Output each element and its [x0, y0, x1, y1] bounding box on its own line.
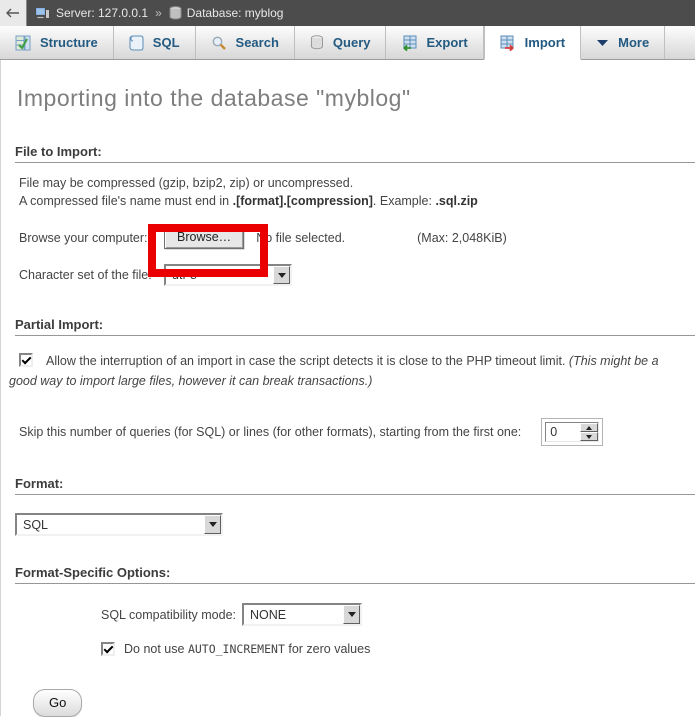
compression-info-line2: A compressed file's name must end in .[f…: [19, 194, 695, 210]
tab-export-label: Export: [426, 35, 467, 50]
no-file-selected-text: No file selected.: [256, 231, 345, 245]
section-heading-format-options: Format-Specific Options:: [15, 565, 695, 584]
search-icon: [211, 35, 227, 51]
skip-queries-row: Skip this number of queries (for SQL) or…: [19, 418, 695, 446]
charset-row: Character set of the file: utf-8: [19, 264, 695, 286]
stepper-down-button[interactable]: [580, 432, 598, 441]
line2-prefix: A compressed file's name must end in: [19, 194, 233, 208]
tab-structure[interactable]: Structure: [0, 26, 114, 59]
section-heading-file-to-import: File to Import:: [15, 144, 695, 163]
format-select-row: SQL: [15, 513, 695, 536]
skip-queries-value: 0: [546, 423, 580, 441]
sql-compatibility-arrow-icon[interactable]: [343, 605, 360, 624]
browse-button[interactable]: Browse…: [164, 226, 244, 249]
sql-compatibility-label: SQL compatibility mode:: [101, 608, 236, 622]
format-select-arrow-icon[interactable]: [204, 515, 221, 534]
query-database-icon: [310, 35, 324, 50]
page-title: Importing into the database "myblog": [1, 60, 695, 112]
charset-select-arrow-icon[interactable]: [273, 266, 290, 284]
back-arrow-icon: [6, 8, 20, 18]
breadcrumb-separator: »: [155, 6, 162, 20]
tab-search-label: Search: [236, 35, 279, 50]
import-page: Importing into the database "myblog" Fil…: [0, 60, 695, 716]
skip-queries-input[interactable]: 0: [545, 422, 599, 442]
browse-label: Browse your computer:: [19, 231, 164, 245]
export-icon: [401, 35, 417, 51]
sql-compatibility-value: NONE: [244, 605, 292, 624]
sql-icon: [129, 35, 144, 51]
import-icon: [500, 35, 516, 51]
back-button[interactable]: [0, 0, 27, 26]
sql-compatibility-select[interactable]: NONE: [242, 603, 362, 626]
breadcrumb: Server: 127.0.0.1 » Database: myblog: [35, 6, 283, 20]
stepper-up-button[interactable]: [580, 423, 598, 432]
go-button[interactable]: Go: [33, 689, 82, 717]
section-heading-format: Format:: [15, 476, 695, 495]
charset-select[interactable]: utf-8: [164, 264, 292, 286]
skip-queries-label: Skip this number of queries (for SQL) or…: [19, 425, 521, 439]
tab-import-label: Import: [525, 35, 565, 50]
auto-increment-label: Do not use AUTO_INCREMENT for zero value…: [124, 642, 370, 656]
breadcrumb-server[interactable]: Server: 127.0.0.1: [56, 6, 148, 20]
allow-interruption-label: Allow the interruption of an import in c…: [46, 354, 569, 368]
sql-compatibility-row: SQL compatibility mode: NONE: [101, 603, 695, 626]
max-upload-size: (Max: 2,048KiB): [417, 231, 507, 245]
tab-sql[interactable]: SQL: [114, 26, 196, 59]
charset-label: Character set of the file:: [19, 268, 164, 282]
autoincr-suffix: for zero values: [285, 642, 370, 656]
line2-mid: . Example:: [373, 194, 436, 208]
tab-more-label: More: [618, 35, 649, 50]
skip-queries-input-frame: 0: [541, 418, 603, 446]
tab-more[interactable]: More: [581, 26, 665, 59]
line2-example: .sql.zip: [435, 194, 477, 208]
server-icon: [35, 6, 51, 20]
stepper-up-icon: [586, 426, 592, 430]
database-icon: [169, 6, 182, 20]
auto-increment-checkbox[interactable]: [101, 642, 115, 656]
stepper-down-icon: [586, 435, 592, 439]
tabbar-filler: [665, 26, 695, 59]
tab-query-label: Query: [333, 35, 371, 50]
tab-import[interactable]: Import: [484, 26, 581, 60]
tab-bar: Structure SQL Search Query Export Import: [0, 26, 695, 60]
autoincr-prefix: Do not use: [124, 642, 188, 656]
breadcrumb-bar: Server: 127.0.0.1 » Database: myblog: [0, 0, 695, 26]
tab-export[interactable]: Export: [386, 26, 483, 59]
file-upload-row: Browse your computer: Browse… No file se…: [19, 226, 695, 249]
tab-query[interactable]: Query: [295, 26, 387, 59]
format-selected-value: SQL: [17, 515, 54, 534]
tab-sql-label: SQL: [153, 35, 180, 50]
structure-icon: [15, 35, 31, 51]
line2-format-pattern: .[format].[compression]: [233, 194, 373, 208]
auto-increment-row: Do not use AUTO_INCREMENT for zero value…: [101, 642, 695, 656]
allow-interruption-checkbox[interactable]: [19, 353, 33, 367]
section-heading-partial-import: Partial Import:: [15, 317, 695, 336]
chevron-down-icon: [596, 39, 609, 47]
autoincr-code: AUTO_INCREMENT: [188, 642, 285, 656]
charset-selected-value: utf-8: [166, 266, 203, 284]
skip-queries-stepper: [580, 423, 598, 441]
compression-info-line1: File may be compressed (gzip, bzip2, zip…: [19, 176, 695, 192]
breadcrumb-database[interactable]: Database: myblog: [187, 6, 284, 20]
format-select[interactable]: SQL: [15, 513, 223, 536]
allow-interruption-row: Allow the interruption of an import in c…: [9, 352, 685, 391]
tab-search[interactable]: Search: [196, 26, 295, 59]
tab-structure-label: Structure: [40, 35, 98, 50]
